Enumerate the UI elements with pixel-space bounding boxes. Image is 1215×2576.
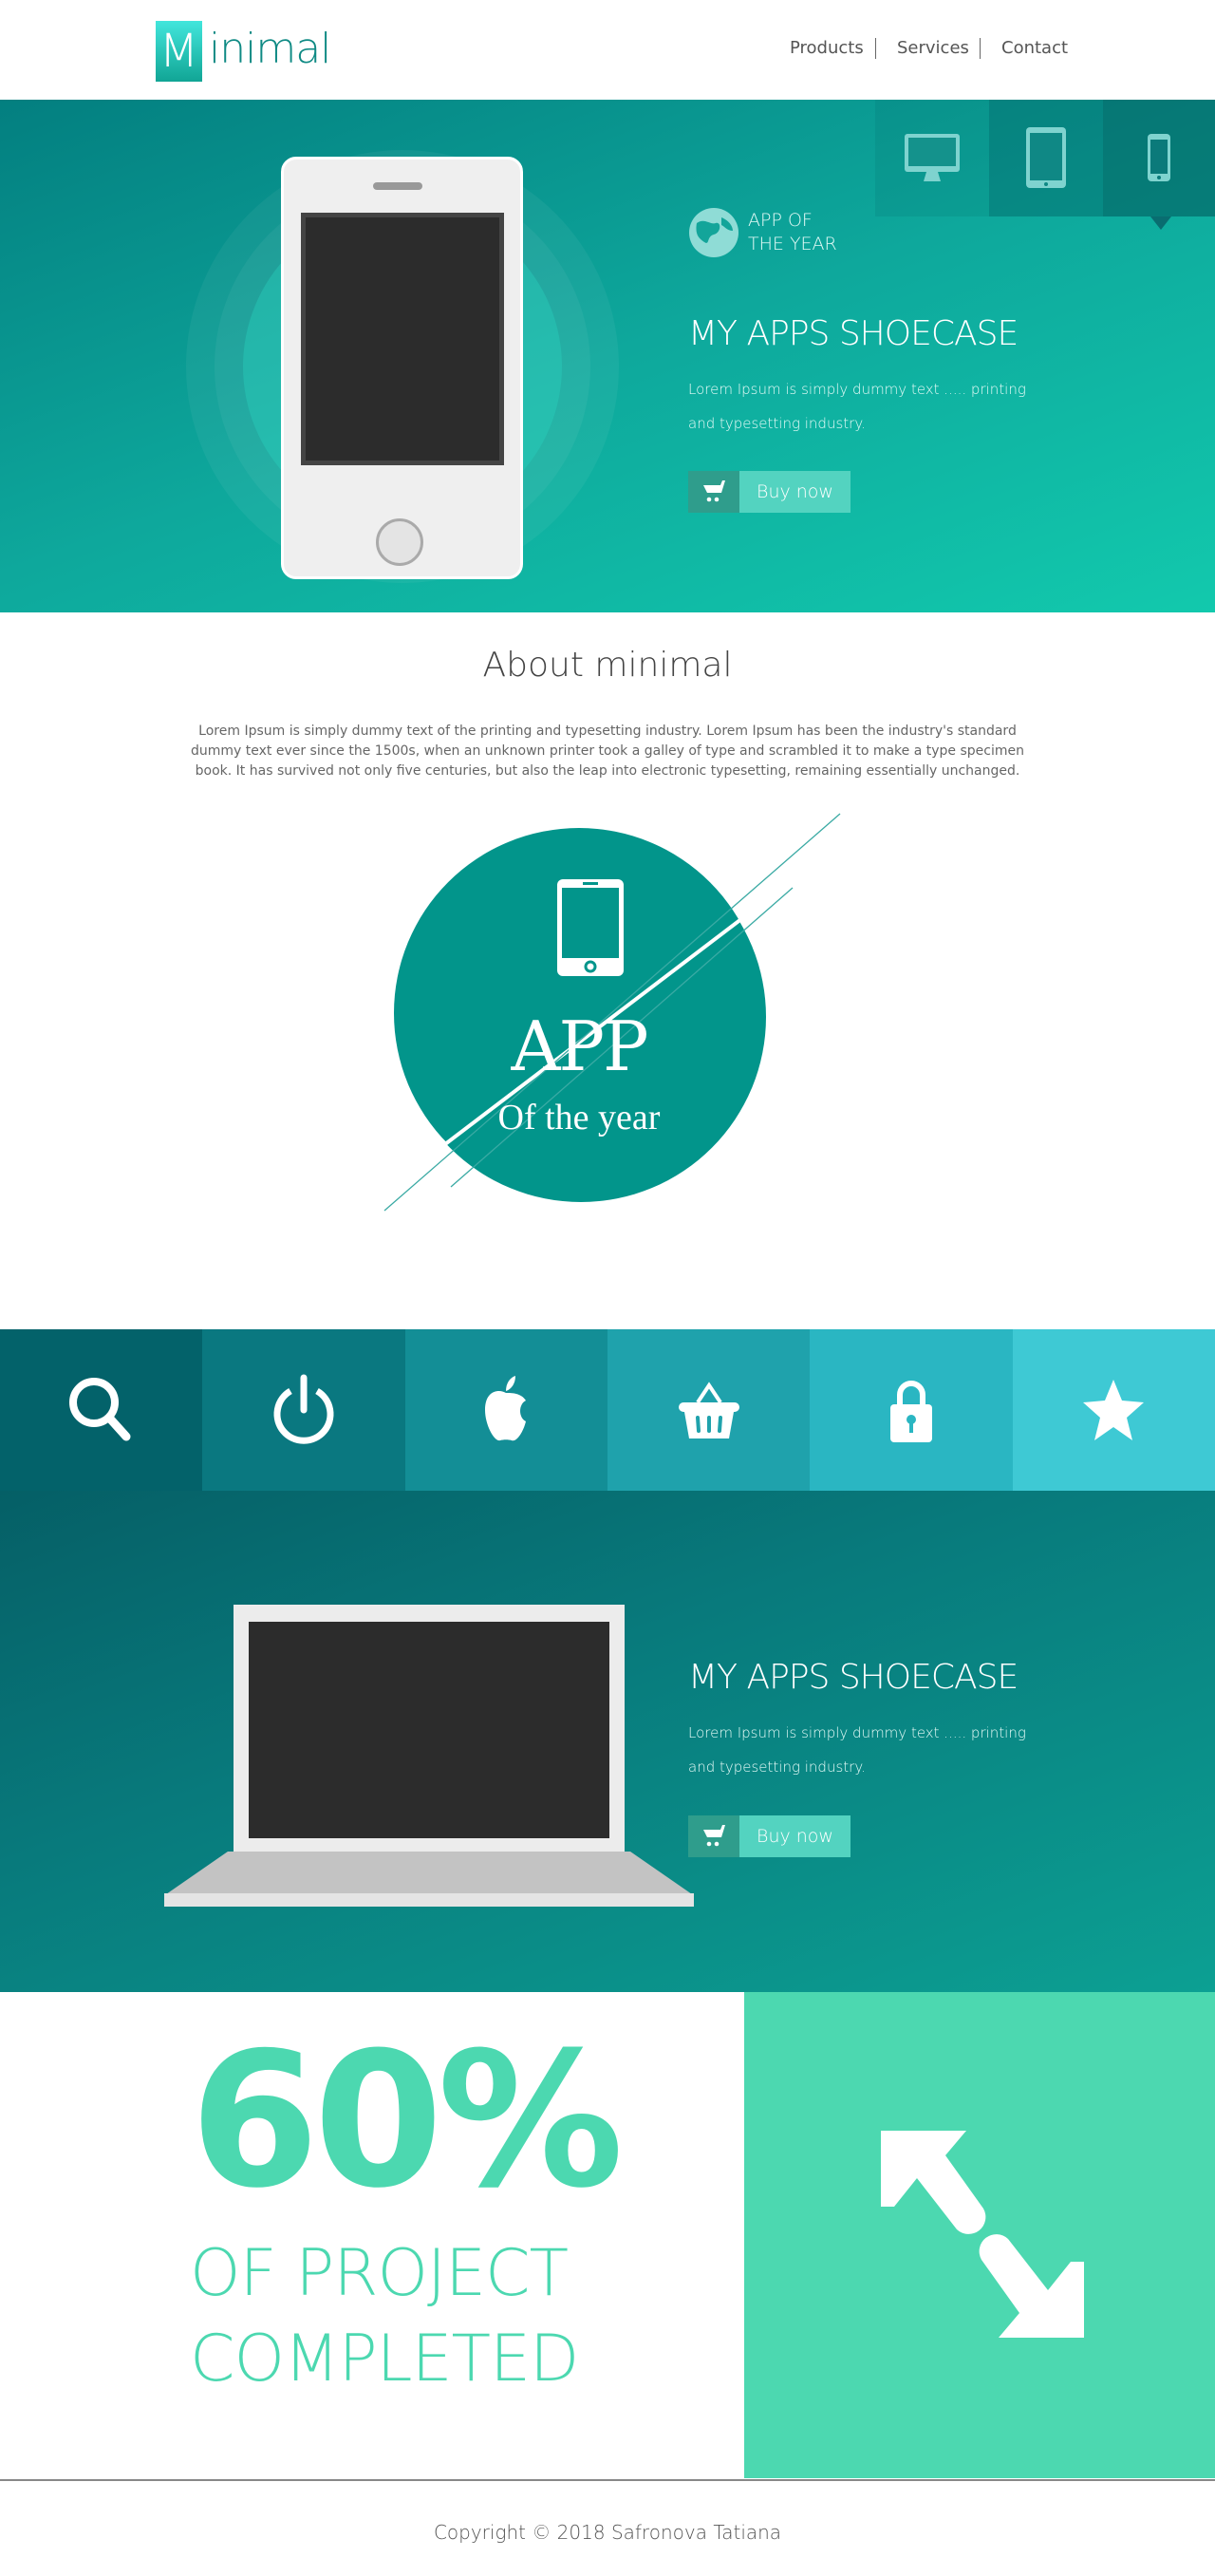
nav-contact[interactable]: Contact <box>1001 38 1068 58</box>
laptop-screen <box>249 1622 609 1838</box>
search-icon <box>68 1378 131 1441</box>
logo-mark[interactable]: M <box>156 21 202 82</box>
star-tile[interactable] <box>1012 1329 1215 1491</box>
about-text: Lorem Ipsum is simply dummy text of the … <box>190 724 1024 779</box>
apple-icon <box>485 1376 527 1441</box>
expand-arrows-icon[interactable] <box>873 2125 1092 2343</box>
progress-line-1: OF PROJECT <box>190 2236 569 2311</box>
showcase-title: MY APPS SHOECASE <box>688 1658 1019 1697</box>
showcase-lorem-2: and typesetting industry. <box>688 1758 866 1776</box>
showcase-text: MY APPS SHOECASE <box>688 1658 1019 1697</box>
cart-icon <box>688 471 739 513</box>
badge-year-text: Of the year <box>497 1098 661 1138</box>
award-badge: APP OF THE YEAR <box>748 209 837 256</box>
tablet-icon <box>1026 126 1066 188</box>
lock-tile[interactable] <box>810 1329 1013 1491</box>
buy-now-button[interactable]: Buy now <box>688 471 850 513</box>
progress-line-2: COMPLETED <box>190 2322 579 2397</box>
hero-lorem-2: and typesetting industry. <box>688 415 866 432</box>
buy-now-button[interactable]: Buy now <box>688 1815 850 1857</box>
lock-icon <box>889 1381 932 1442</box>
phone-screen <box>301 213 504 465</box>
laptop-illustration <box>234 1605 625 1852</box>
nav-products[interactable]: Products <box>790 38 864 58</box>
nav-divider <box>980 38 981 59</box>
tab-tablet[interactable] <box>989 100 1103 216</box>
award-line-1: APP OF <box>748 210 813 231</box>
footer-divider <box>0 2479 1215 2481</box>
icon-bar <box>0 1329 1215 1491</box>
tab-phone[interactable] <box>1103 100 1215 216</box>
buy-now-label: Buy now <box>739 471 850 513</box>
header: M inimal Products Services Contact <box>0 0 1215 100</box>
power-tile[interactable] <box>202 1329 405 1491</box>
phone-speaker <box>373 182 422 190</box>
logo-text[interactable]: inimal <box>209 25 331 73</box>
showcase-section: MY APPS SHOECASE Lorem Ipsum is simply d… <box>0 1491 1215 1992</box>
copyright: Copyright © 2018 Safronova Tatiana <box>433 2521 782 2544</box>
desktop-icon <box>905 133 960 181</box>
nav-services[interactable]: Services <box>897 38 969 58</box>
apple-tile[interactable] <box>404 1329 608 1491</box>
phone-icon <box>1148 133 1170 181</box>
award-line-2: THE YEAR <box>748 234 837 254</box>
showcase-lorem-1: Lorem Ipsum is simply dummy text ..... p… <box>688 1724 1026 1741</box>
basket-tile[interactable] <box>607 1329 811 1491</box>
hero-text: MY APPS SHOECASE <box>688 314 1019 353</box>
phone-home-button <box>376 518 423 566</box>
badge-app-text: APP <box>511 1006 649 1086</box>
search-tile[interactable] <box>0 1329 203 1491</box>
hero: APP OF THE YEAR MY APPS SHOECASE Lorem I… <box>0 100 1215 612</box>
laptop-edge <box>164 1893 694 1907</box>
smartphone-icon <box>557 879 624 976</box>
basket-icon <box>678 1382 739 1438</box>
active-tab-indicator <box>1150 216 1171 230</box>
about-title: About minimal <box>482 646 733 685</box>
tab-desktop[interactable] <box>875 100 989 216</box>
hero-title: MY APPS SHOECASE <box>688 314 1019 353</box>
buy-now-label: Buy now <box>739 1815 850 1857</box>
power-icon <box>273 1374 334 1444</box>
device-tabs <box>875 100 1215 216</box>
app-of-year-badge: APP Of the year <box>380 812 841 1230</box>
progress-percent: 60% <box>190 2013 624 2229</box>
expand-panel <box>744 1992 1215 2478</box>
nav-divider <box>875 38 876 59</box>
star-icon <box>1083 1380 1145 1440</box>
globe-icon <box>689 208 738 257</box>
phone-illustration <box>281 157 523 579</box>
cart-icon <box>688 1815 739 1857</box>
hero-lorem-1: Lorem Ipsum is simply dummy text ..... p… <box>688 381 1026 398</box>
